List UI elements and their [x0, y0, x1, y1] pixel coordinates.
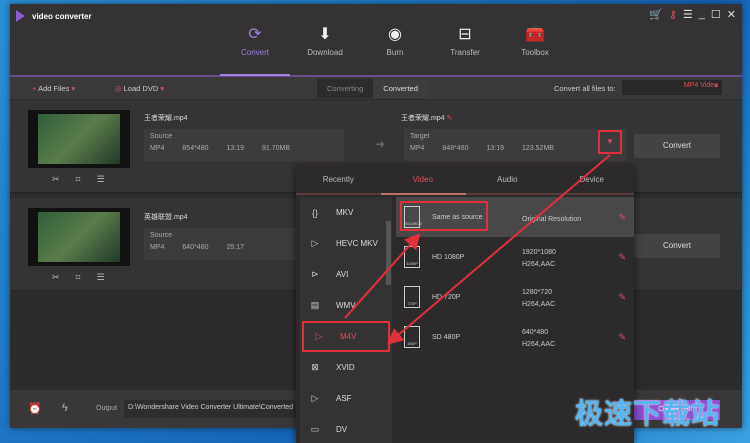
- watermark: 极速下载站: [575, 398, 721, 429]
- arrow-m4v-to-source: [344, 233, 421, 319]
- annotation-arrows: [344, 154, 611, 345]
- arrow-dropdown-to-m4v: [386, 154, 611, 345]
